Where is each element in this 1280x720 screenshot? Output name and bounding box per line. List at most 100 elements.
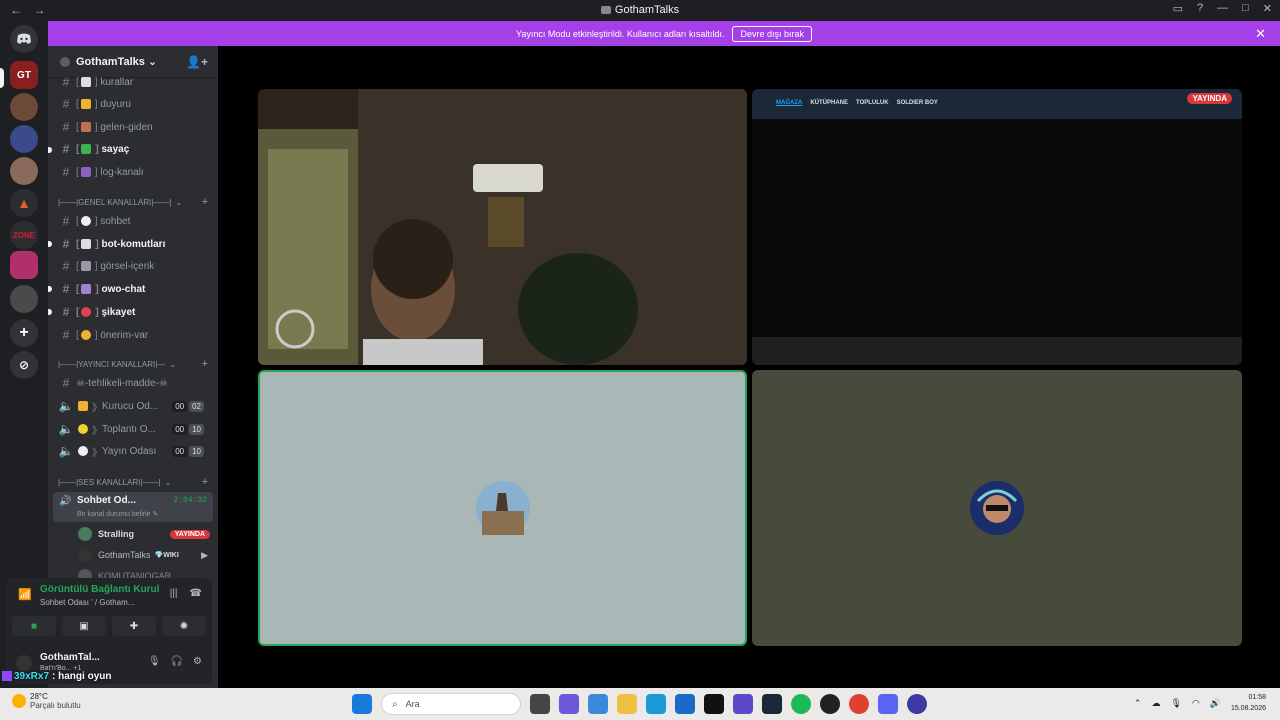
channel-gelen-giden[interactable]: #[] gelen-giden <box>52 117 214 137</box>
disable-streamer-mode-button[interactable]: Devre dışı bırak <box>732 25 812 42</box>
window-title: GothamTalks <box>0 4 1280 16</box>
server-gothamtalks-icon[interactable]: GT <box>10 61 38 89</box>
voice-member[interactable]: GothamTalks 💎WIKI ▶ <box>78 546 214 564</box>
start-icon[interactable] <box>352 694 372 714</box>
disconnect-icon[interactable]: ☎ <box>190 588 202 599</box>
add-server-icon[interactable]: + <box>10 319 38 347</box>
voice-actions: ||| ☎ <box>170 588 202 599</box>
streamer-mode-banner: Yayıncı Modu etkinleştirildi. Kullanıcı … <box>48 21 1280 46</box>
camera-icon: ▶ <box>201 549 208 560</box>
connection-channel[interactable]: Sohbet Odası ' / Gotham... <box>40 598 134 607</box>
banner-close-icon[interactable]: ✕ <box>1255 26 1266 42</box>
edge-icon[interactable] <box>646 694 666 714</box>
noise-suppression-icon[interactable]: ||| <box>170 588 178 599</box>
add-channel-icon[interactable]: + <box>202 358 208 370</box>
discord-icon[interactable] <box>878 694 898 714</box>
task-view-icon[interactable] <box>530 694 550 714</box>
category-ses[interactable]: |——|SES KANALLARI|——| ⌄ + <box>58 475 208 489</box>
channel-sikayet[interactable]: #[] şikayet <box>52 302 214 322</box>
channel-log-kanali[interactable]: #[] log-kanalı <box>52 162 214 182</box>
help-icon[interactable]: ? <box>1197 2 1203 15</box>
minimize-icon[interactable]: — <box>1217 2 1228 15</box>
soundboard-button[interactable]: ✺ <box>162 616 206 636</box>
voice-stage: MAĞAZA KÜTÜPHANE TOPLULUK SOLDIER BOY YA… <box>218 46 1280 688</box>
add-channel-icon[interactable]: + <box>202 196 208 208</box>
cloud-icon[interactable]: ☁ <box>1151 698 1160 709</box>
steam-icon[interactable] <box>762 694 782 714</box>
screen-share-tile[interactable]: MAĞAZA KÜTÜPHANE TOPLULUK SOLDIER BOY YA… <box>752 89 1242 365</box>
inbox-icon[interactable]: ▭ <box>1173 2 1183 15</box>
speaker-icon: 🔈 <box>58 422 74 436</box>
camera-button[interactable]: ■ <box>12 616 56 636</box>
server-icon-8[interactable] <box>10 285 38 313</box>
app-icon <box>600 6 611 15</box>
invite-icon[interactable]: 👤+ <box>186 55 208 69</box>
search-icon: ⌕ <box>392 698 398 710</box>
maximize-icon[interactable]: □ <box>1242 2 1249 15</box>
volume-icon[interactable]: 🔊 <box>1210 698 1221 709</box>
chevron-up-icon[interactable]: ⌃ <box>1134 698 1142 709</box>
screen-share-button[interactable]: ▣ <box>62 616 106 636</box>
x-icon[interactable] <box>704 694 724 714</box>
settings-gear-icon[interactable]: ⚙ <box>193 656 202 667</box>
channel-kurallar[interactable]: #[] kurallar <box>52 72 214 92</box>
microphone-icon[interactable]: 🎙 <box>148 656 161 667</box>
voice-participant-tile[interactable] <box>752 370 1242 646</box>
server-icon-3[interactable] <box>10 125 38 153</box>
voice-channel-kurucu[interactable]: 🔈 》 Kurucu Od... 00 02 <box>52 396 214 416</box>
voice-channel-toplanti[interactable]: 🔈 》 Toplantı O... 00 10 <box>52 419 214 439</box>
search-box[interactable]: ⌕ Ara <box>381 693 521 715</box>
file-explorer-icon[interactable] <box>617 694 637 714</box>
spotify-icon[interactable] <box>791 694 811 714</box>
voice-channel-yayin[interactable]: 🔈 》 Yayın Odası 00 10 <box>52 441 214 461</box>
channel-tehlikeli-madde[interactable]: # ☠-tehlikeli-madde-☠ <box>52 373 214 393</box>
camera-tile[interactable] <box>258 89 747 365</box>
steam-header: MAĞAZA KÜTÜPHANE TOPLULUK SOLDIER BOY <box>752 89 1242 119</box>
steam-tab: SOLDIER BOY <box>896 100 938 106</box>
channel-onerim-var[interactable]: #[] önerim-var <box>52 325 214 345</box>
weather-widget[interactable]: 28°C Parçalı bulutlu <box>12 692 81 710</box>
category-genel[interactable]: |——|GENEL KANALLARI|——| ⌄ + <box>58 195 208 209</box>
channel-status-prompt[interactable]: Bir kanal durumu belirle ✎ <box>77 510 158 518</box>
store-icon[interactable] <box>588 694 608 714</box>
microphone-icon[interactable]: 🎙 <box>1170 698 1181 709</box>
close-icon[interactable]: ✕ <box>1263 2 1272 15</box>
server-icon-2[interactable] <box>10 93 38 121</box>
connection-status[interactable]: Görüntülü Bağlantı Kurul <box>40 584 160 595</box>
call-duration: 2:04:32 <box>173 496 207 505</box>
discord-home-icon[interactable] <box>10 25 38 53</box>
channel-bot-komutlari[interactable]: #[] bot-komutları <box>52 234 214 254</box>
channel-owo-chat[interactable]: #[] owo-chat <box>52 279 214 299</box>
participant-avatar <box>475 481 530 535</box>
server-icon-4[interactable] <box>10 157 38 185</box>
headphones-icon[interactable]: 🎧 <box>171 656 183 667</box>
activity-button[interactable]: ✚ <box>112 616 156 636</box>
server-icon-5[interactable]: ▲ <box>10 189 38 217</box>
user-name[interactable]: GothamTal... <box>40 652 100 663</box>
chrome-icon[interactable] <box>849 694 869 714</box>
app-icon[interactable] <box>675 694 695 714</box>
participant-avatar <box>970 481 1024 535</box>
camera-feed-image <box>258 89 747 365</box>
add-channel-icon[interactable]: + <box>202 476 208 488</box>
channel-sohbet[interactable]: #[] sohbet <box>52 211 214 231</box>
channel-sayac[interactable]: #[] sayaç <box>52 139 214 159</box>
channel-duyuru[interactable]: #[] duyuru <box>52 94 214 114</box>
avatar <box>78 548 92 562</box>
voice-member[interactable]: Stralling YAYINDA <box>78 525 214 543</box>
server-icon-7[interactable] <box>10 251 38 279</box>
voice-participant-tile[interactable] <box>258 370 747 646</box>
weather-condition: Parçalı bulutlu <box>30 701 81 710</box>
app-icon[interactable] <box>907 694 927 714</box>
category-yayinci[interactable]: |——|YAYINCI KANALLARI|— ⌄ + <box>58 357 208 371</box>
active-voice-channel[interactable]: 🔊 Sohbet Od... 2:04:32 Bir kanal durumu … <box>53 492 213 522</box>
copilot-icon[interactable] <box>559 694 579 714</box>
server-icon-6[interactable]: ZONE <box>10 221 38 249</box>
wifi-icon[interactable]: ◠ <box>1192 698 1200 709</box>
app-icon[interactable] <box>820 694 840 714</box>
discover-icon[interactable]: ⊘ <box>10 351 38 379</box>
app-icon[interactable] <box>733 694 753 714</box>
signal-icon[interactable]: 📶 <box>18 588 32 601</box>
channel-gorsel-icerik[interactable]: #[] görsel-içerik <box>52 256 214 276</box>
clock[interactable]: 01:58 15.08.2026 <box>1231 692 1266 714</box>
